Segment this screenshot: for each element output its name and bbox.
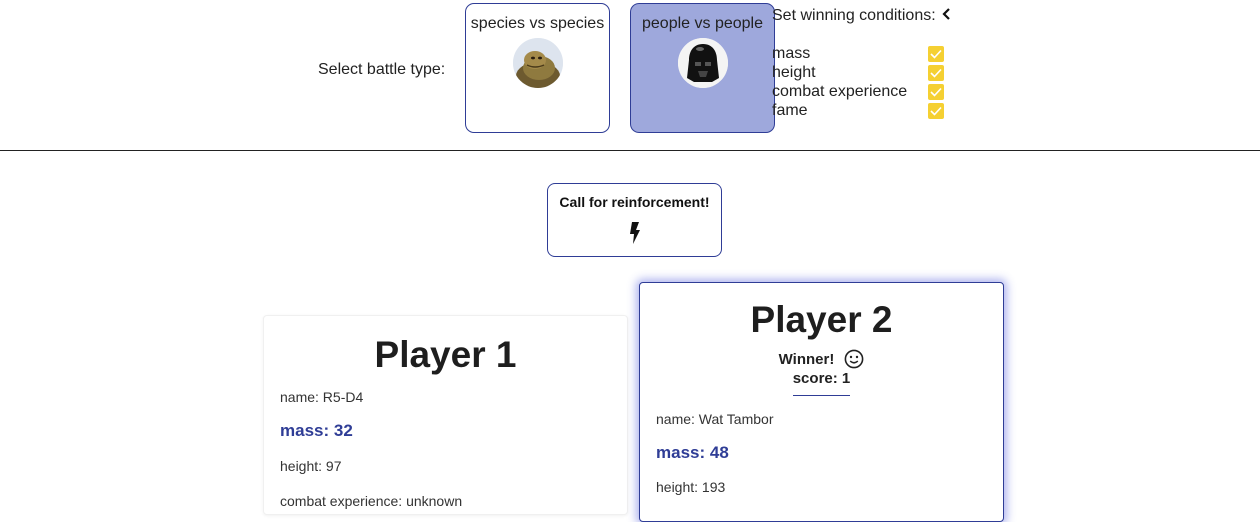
player-combat-experience: combat experience: unknown [280, 493, 463, 509]
check-icon [930, 106, 942, 116]
condition-fame: fame [772, 101, 944, 120]
player-name: name: Wat Tambor [656, 411, 774, 427]
player-height: height: 193 [656, 479, 726, 495]
call-reinforcement-button[interactable]: Call for reinforcement! [547, 183, 722, 257]
condition-combat-experience: combat experience [772, 82, 944, 101]
check-icon [930, 49, 942, 59]
player-height: height: 97 [280, 458, 342, 474]
winner-label: Winner! [778, 350, 835, 368]
check-icon [930, 87, 942, 97]
player-1-card: Player 1 name: R5-D4 mass: 32 height: 97… [263, 315, 628, 515]
condition-label: fame [772, 101, 808, 119]
check-icon [930, 68, 942, 78]
winning-conditions-list: mass height combat experience fame [772, 44, 944, 120]
condition-height: height [772, 63, 944, 82]
jabba-avatar-icon [512, 38, 563, 88]
winning-conditions-title: Set winning conditions: [772, 7, 952, 25]
condition-checkbox[interactable] [928, 45, 944, 62]
condition-mass: mass [772, 44, 944, 63]
condition-checkbox[interactable] [928, 83, 944, 100]
condition-label: mass [772, 44, 811, 62]
battle-option-label: species vs species [470, 15, 605, 32]
player-mass: mass: 32 [280, 421, 353, 440]
player-name: name: R5-D4 [280, 389, 364, 405]
player-2-card: Player 2 Winner! score: 1 name: Wat Tamb… [639, 282, 1004, 522]
smiley-icon [844, 349, 864, 369]
darth-vader-avatar-icon [677, 38, 728, 88]
winning-conditions-label: Set winning conditions: [772, 7, 936, 24]
reinforcement-label: Call for reinforcement! [559, 194, 710, 210]
battle-option-label: people vs people [642, 15, 763, 32]
condition-label: combat experience [772, 82, 908, 100]
battle-option-species[interactable]: species vs species [465, 3, 610, 133]
player-mass: mass: 48 [656, 443, 729, 462]
player-score: score: 1 [792, 370, 851, 387]
chevron-left-icon[interactable] [942, 7, 952, 25]
battle-option-people[interactable]: people vs people [630, 3, 775, 133]
score-underline [793, 395, 850, 396]
condition-checkbox[interactable] [928, 64, 944, 81]
section-divider [0, 150, 1260, 151]
player-title: Player 2 [750, 299, 893, 340]
condition-checkbox[interactable] [928, 102, 944, 119]
winner-line: Winner! [640, 349, 1003, 369]
player-title: Player 1 [374, 334, 517, 375]
battle-type-label: Select battle type: [318, 61, 446, 78]
lightning-bolt-icon [629, 222, 640, 244]
condition-label: height [772, 63, 816, 81]
